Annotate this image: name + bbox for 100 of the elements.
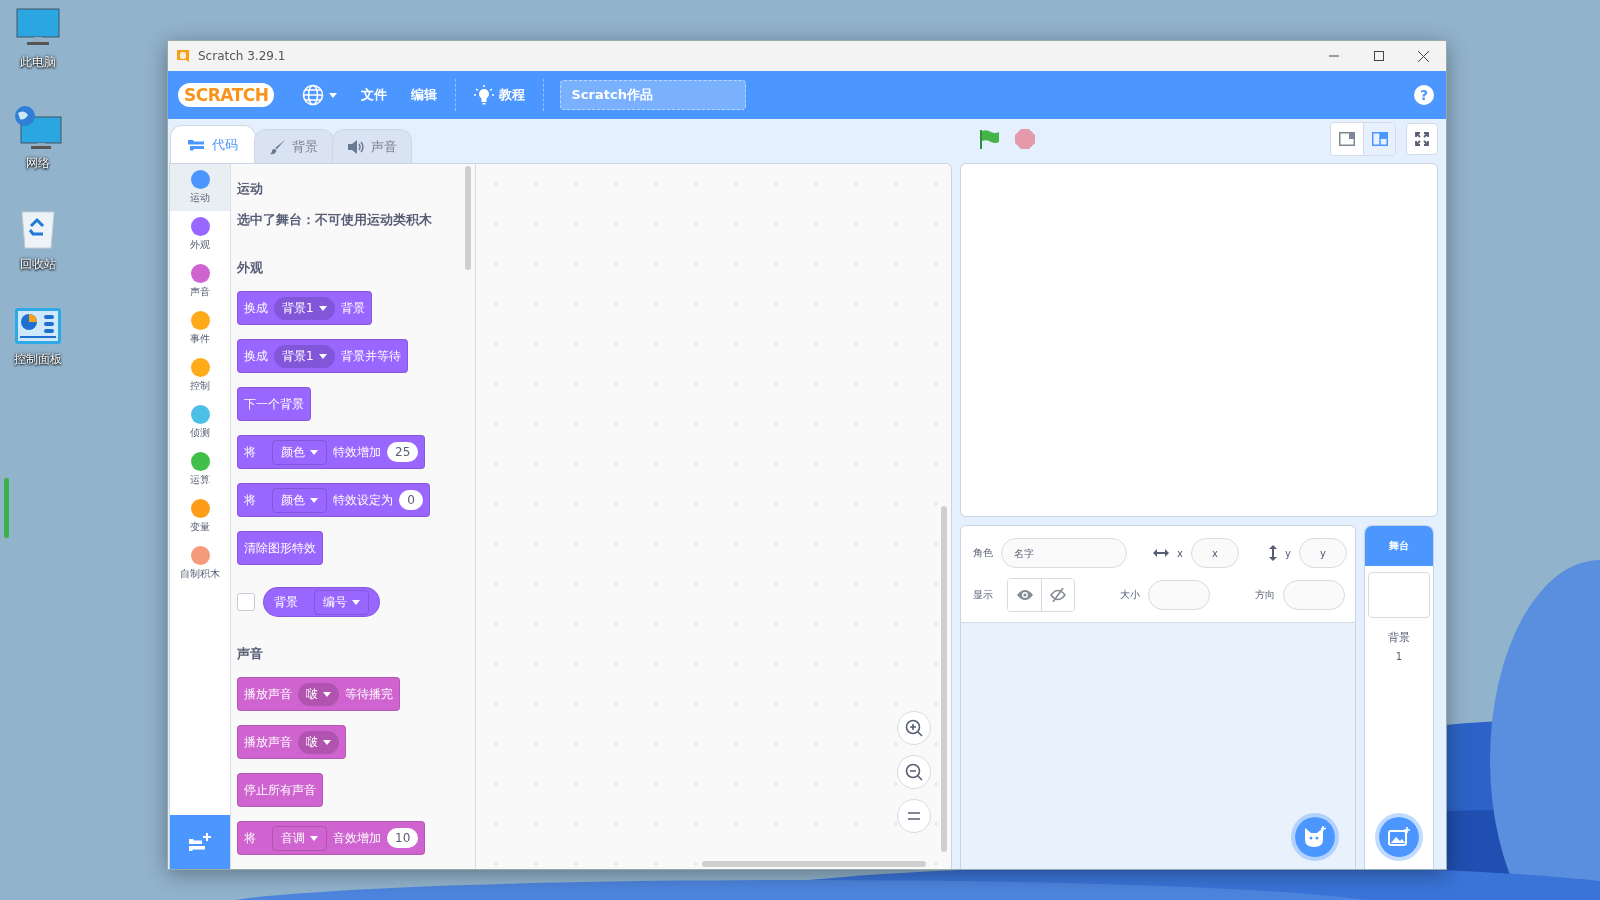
reset-zoom-button[interactable] bbox=[897, 799, 931, 833]
scrollbar[interactable] bbox=[941, 506, 947, 852]
code-icon bbox=[188, 138, 206, 151]
block-input[interactable]: 10 bbox=[387, 828, 419, 848]
block-dropdown[interactable]: 颜色 bbox=[272, 439, 327, 465]
palette-note: 选中了舞台：不可使用运动类积木 bbox=[237, 212, 432, 229]
stop-button[interactable] bbox=[1013, 127, 1037, 151]
eye-icon bbox=[1016, 589, 1033, 601]
zoom-out-icon bbox=[904, 762, 924, 782]
globe-icon bbox=[302, 84, 325, 106]
block-label: 播放声音 bbox=[244, 685, 292, 703]
scrollbar[interactable] bbox=[702, 861, 926, 867]
caret-icon bbox=[310, 835, 318, 841]
normal-stage-button[interactable] bbox=[1363, 123, 1395, 155]
monitor-icon bbox=[16, 8, 60, 48]
direction-field[interactable] bbox=[1283, 580, 1345, 610]
flag-icon bbox=[979, 129, 1001, 149]
scratch-logo[interactable]: SCRATCH bbox=[178, 83, 275, 107]
caret-icon bbox=[310, 497, 318, 503]
extension-icon bbox=[188, 832, 212, 852]
hide-button[interactable] bbox=[1041, 579, 1074, 611]
paintbrush-icon bbox=[270, 138, 286, 155]
small-stage-icon bbox=[1339, 132, 1355, 146]
caret-icon bbox=[323, 691, 331, 697]
fullscreen-icon bbox=[1415, 132, 1429, 146]
equals-icon bbox=[908, 812, 920, 820]
direction-label: 方向 bbox=[1255, 588, 1275, 602]
category-button[interactable]: 运动 bbox=[170, 164, 230, 211]
block-dropdown[interactable]: 背景1 bbox=[274, 344, 335, 368]
block-dropdown[interactable]: 颜色 bbox=[272, 487, 327, 513]
maximize-icon bbox=[1373, 51, 1384, 61]
block-dropdown[interactable]: 啵 bbox=[298, 730, 339, 754]
code-block[interactable]: 播放声音 啵 bbox=[237, 725, 346, 759]
caret-icon bbox=[323, 739, 331, 745]
x-field[interactable]: x bbox=[1190, 538, 1239, 568]
tab[interactable]: 背景 bbox=[254, 129, 334, 163]
block-label: 将 bbox=[244, 443, 256, 461]
backdrops-label: 背景 bbox=[1388, 630, 1410, 645]
add-extension-button[interactable] bbox=[170, 815, 230, 869]
menu-item[interactable]: 编辑 bbox=[401, 71, 448, 119]
menu-item[interactable]: 文件 bbox=[351, 71, 398, 119]
block-label: 停止所有声音 bbox=[244, 781, 316, 799]
block-dropdown[interactable]: 音调 bbox=[272, 825, 327, 851]
category-heading: 外观 bbox=[237, 259, 263, 277]
block-label: 换成 bbox=[244, 347, 268, 365]
y-field[interactable]: y bbox=[1298, 538, 1347, 568]
block-label: 特效设定为 bbox=[333, 491, 393, 509]
cat-icon bbox=[1303, 826, 1327, 848]
tab[interactable]: 声音 bbox=[332, 129, 412, 163]
block-label: 播放声音 bbox=[244, 733, 292, 751]
caret-icon bbox=[352, 599, 360, 605]
code-block[interactable]: 将 颜色 特效设定为 0 bbox=[237, 483, 430, 517]
block-dropdown[interactable]: 啵 bbox=[298, 682, 339, 706]
block-label: 换成 bbox=[244, 299, 268, 317]
code-block[interactable]: 停止所有声音 bbox=[237, 773, 323, 807]
add-backdrop-button[interactable] bbox=[1375, 813, 1423, 861]
category-heading: 运动 bbox=[237, 180, 263, 198]
block-label: 将 bbox=[244, 829, 256, 847]
block-input[interactable]: 0 bbox=[399, 490, 423, 510]
fullscreen-button[interactable] bbox=[1406, 123, 1438, 155]
tab[interactable]: 代码 bbox=[170, 125, 256, 163]
x-label: x bbox=[1177, 547, 1183, 559]
block-input[interactable]: 25 bbox=[387, 442, 419, 462]
checkbox[interactable] bbox=[237, 593, 255, 611]
tutorials-button[interactable]: 教程 bbox=[464, 71, 536, 119]
caret-icon bbox=[318, 305, 327, 311]
backdrop-count: 1 bbox=[1395, 651, 1403, 662]
code-block[interactable]: 换成 背景1 背景 bbox=[237, 291, 372, 325]
category-heading: 声音 bbox=[237, 645, 263, 663]
lightbulb-icon bbox=[474, 85, 495, 105]
block-label: 背景 bbox=[340, 299, 365, 317]
block-label: 背景并等待 bbox=[340, 347, 401, 365]
size-label: 大小 bbox=[1120, 588, 1140, 602]
stage-thumbnail[interactable] bbox=[1368, 572, 1430, 618]
block-label: 特效增加 bbox=[333, 443, 381, 461]
code-block[interactable]: 下一个背景 bbox=[237, 387, 311, 421]
code-block[interactable]: 将 音调 音效增加 10 bbox=[237, 821, 426, 855]
block-label: 将 bbox=[244, 491, 256, 509]
caret-icon bbox=[318, 353, 327, 359]
network-icon bbox=[13, 105, 63, 149]
edge-handle[interactable] bbox=[4, 478, 9, 538]
y-label: y bbox=[1284, 547, 1291, 559]
sprite-name-field[interactable]: 名字 bbox=[1001, 538, 1127, 568]
stage-header[interactable]: 舞台 bbox=[1365, 526, 1433, 566]
zoom-in-button[interactable] bbox=[897, 711, 931, 745]
block-dropdown[interactable]: 编号 bbox=[314, 589, 369, 615]
block-dropdown[interactable]: 背景1 bbox=[274, 296, 335, 320]
code-block[interactable]: 换成 背景1 背景并等待 bbox=[237, 339, 408, 373]
stop-icon bbox=[1015, 129, 1035, 149]
reporter-block[interactable]: 背景 编号 bbox=[263, 587, 380, 617]
zoom-out-button[interactable] bbox=[897, 755, 931, 789]
normal-stage-icon bbox=[1371, 132, 1388, 146]
code-block[interactable]: 清除图形特效 bbox=[237, 531, 323, 565]
size-field[interactable] bbox=[1148, 580, 1210, 610]
help-button[interactable]: ? bbox=[1414, 85, 1434, 105]
code-block[interactable]: 将 颜色 特效增加 25 bbox=[237, 435, 426, 469]
block-label: 下一个背景 bbox=[244, 395, 304, 413]
scrollbar[interactable] bbox=[465, 166, 471, 270]
add-sprite-button[interactable] bbox=[1291, 813, 1339, 861]
code-block[interactable]: 播放声音 啵 等待播完 bbox=[237, 677, 400, 711]
